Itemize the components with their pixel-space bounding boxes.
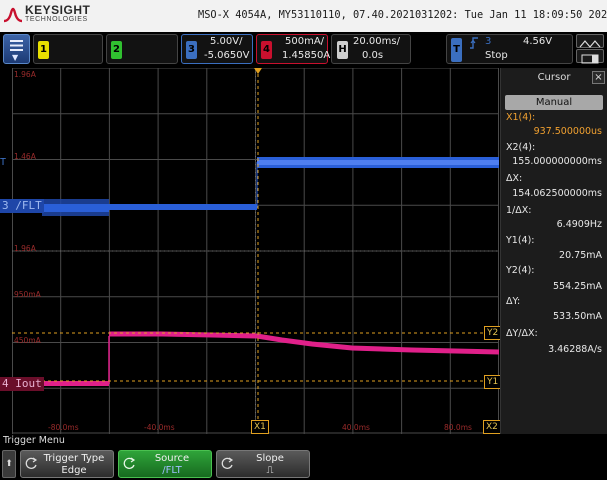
keysight-logo: KEYSIGHT TECHNOLOGIES	[3, 2, 98, 28]
inverse-delta-x-value: 6.4909Hz	[556, 219, 602, 230]
softkey-value: Edge	[61, 465, 87, 476]
cursor-panel: Cursor × Manual X1(4): 937.500000us X2(4…	[500, 68, 607, 434]
cursor-x2-label: X2(4):	[506, 142, 536, 153]
hamburger-icon	[10, 40, 23, 51]
channel-3-badge: 3	[186, 41, 197, 59]
horizontal-tile[interactable]: H 20.00ms/ 0.0s	[331, 34, 411, 64]
delta-y-per-delta-x-value: 3.46288A/s	[548, 344, 602, 355]
horizontal-scale: 20.00ms/	[353, 36, 400, 47]
channel-control-strip: ▼ 1 2 3 5.00V/ -5.0650V 4 500mA/ 1.45850…	[0, 32, 607, 68]
cursor-x1-tag[interactable]: X1	[251, 420, 269, 434]
horizontal-badge: H	[337, 41, 348, 59]
channel-4-scale: 500mA/	[285, 36, 325, 47]
waveform-toggle-icon[interactable]	[576, 34, 604, 48]
trigger-level: 4.56V	[523, 36, 553, 47]
horizontal-delay: 0.0s	[362, 50, 384, 61]
channel-3-offset: -5.0650V	[204, 50, 250, 61]
channel-3-trace	[42, 157, 499, 216]
brand-subtitle: TECHNOLOGIES	[25, 16, 88, 23]
channel-4-offset: 1.45850A	[282, 50, 331, 61]
channel-3-label[interactable]: 3 /FLT	[0, 199, 44, 213]
delta-y-label: ΔY:	[506, 296, 521, 307]
cursor-x1-label: X1(4):	[506, 112, 536, 123]
source-softkey[interactable]: Source /FLT	[118, 450, 212, 478]
cursor-y1-tag[interactable]: Y1	[484, 375, 502, 389]
channel-2-tile[interactable]: 2	[106, 34, 178, 64]
inverse-delta-x-label: 1/ΔX:	[506, 205, 532, 216]
x-tick-label: 40.0ms	[342, 423, 370, 432]
softkey-label: Slope	[256, 453, 284, 464]
cursor-y2-tag[interactable]: Y2	[484, 326, 502, 340]
keysight-wave-icon	[3, 7, 23, 23]
instrument-info: MSO-X 4054A, MY53110110, 07.40.202103120…	[198, 9, 607, 21]
delta-x-value: 154.062500000ms	[512, 188, 602, 199]
rotate-knob-icon	[123, 457, 136, 469]
cursor-x1-value: 937.500000us	[533, 126, 602, 137]
trigger-source: 3	[485, 36, 492, 47]
softkey-bar: ⬆ Trigger Type Edge Source /FLT Slope ⎍	[0, 447, 607, 480]
channel-4-tile[interactable]: 4 500mA/ 1.45850A	[256, 34, 331, 64]
y-tick-label: 1.46A	[14, 152, 36, 161]
graticule-svg	[12, 68, 499, 434]
channel-1-badge: 1	[38, 41, 49, 59]
channel-2-badge: 2	[111, 41, 122, 59]
waveform-display[interactable]: 1.96A 1.46A 1.96A 950mA 450mA -80.0ms -4…	[0, 68, 502, 434]
main-menu-button[interactable]: ▼	[3, 34, 30, 64]
menu-title: Trigger Menu	[0, 435, 607, 447]
x-tick-label: 80.0ms	[444, 423, 472, 432]
close-icon[interactable]: ×	[592, 71, 605, 84]
menu-up-button[interactable]: ⬆	[2, 450, 16, 478]
grid-lines	[12, 68, 499, 434]
channel-1-tile[interactable]: 1	[33, 34, 103, 64]
softkey-value: /FLT	[162, 465, 182, 476]
cursor-y1-value: 20.75mA	[559, 250, 602, 261]
rotate-knob-icon	[221, 457, 234, 469]
delta-x-label: ΔX:	[506, 173, 523, 184]
channel-4-label[interactable]: 4 Iout	[0, 377, 44, 391]
y-tick-label: 1.96A	[14, 70, 36, 79]
y-tick-label: 1.96A	[14, 244, 36, 253]
y-tick-label: 450mA	[14, 336, 41, 345]
trigger-type-softkey[interactable]: Trigger Type Edge	[20, 450, 114, 478]
x-tick-label: -80.0ms	[48, 423, 79, 432]
delta-y-value: 533.50mA	[553, 311, 602, 322]
sidebar-toggle-icon[interactable]	[576, 49, 604, 64]
cursor-mode-button[interactable]: Manual	[505, 95, 603, 110]
slope-softkey[interactable]: Slope ⎍	[216, 450, 310, 478]
x-tick-label: -40.0ms	[144, 423, 175, 432]
channel-3-tile[interactable]: 3 5.00V/ -5.0650V	[181, 34, 253, 64]
y-tick-label: 950mA	[14, 290, 41, 299]
softkey-label: Source	[154, 453, 190, 464]
chevron-down-icon: ▼	[12, 53, 19, 62]
brand-name: KEYSIGHT	[25, 3, 91, 17]
cursor-y1-label: Y1(4):	[506, 235, 535, 246]
cursor-x2-value: 155.000000000ms	[512, 156, 602, 167]
channel-4-badge: 4	[261, 41, 272, 59]
title-bar: KEYSIGHT TECHNOLOGIES MSO-X 4054A, MY531…	[0, 0, 607, 32]
rotate-knob-icon	[25, 457, 38, 469]
channel-3-scale: 5.00V/	[210, 36, 243, 47]
channel-4-trace	[42, 331, 499, 386]
trigger-level-marker[interactable]: T	[0, 156, 6, 170]
delta-y-per-delta-x-label: ΔY/ΔX:	[506, 328, 538, 339]
trigger-tile[interactable]: T 3 4.56V Stop	[446, 34, 573, 64]
display-controls	[576, 34, 604, 64]
trigger-badge: T	[451, 38, 462, 62]
cursor-x2-tag[interactable]: X2	[483, 420, 501, 434]
rising-edge-icon	[470, 37, 478, 49]
cursor-y2-value: 554.25mA	[553, 281, 602, 292]
softkey-value: ⎍	[266, 465, 274, 476]
trigger-state: Stop	[485, 50, 508, 61]
softkey-label: Trigger Type	[43, 453, 105, 464]
cursor-y2-label: Y2(4):	[506, 265, 535, 276]
